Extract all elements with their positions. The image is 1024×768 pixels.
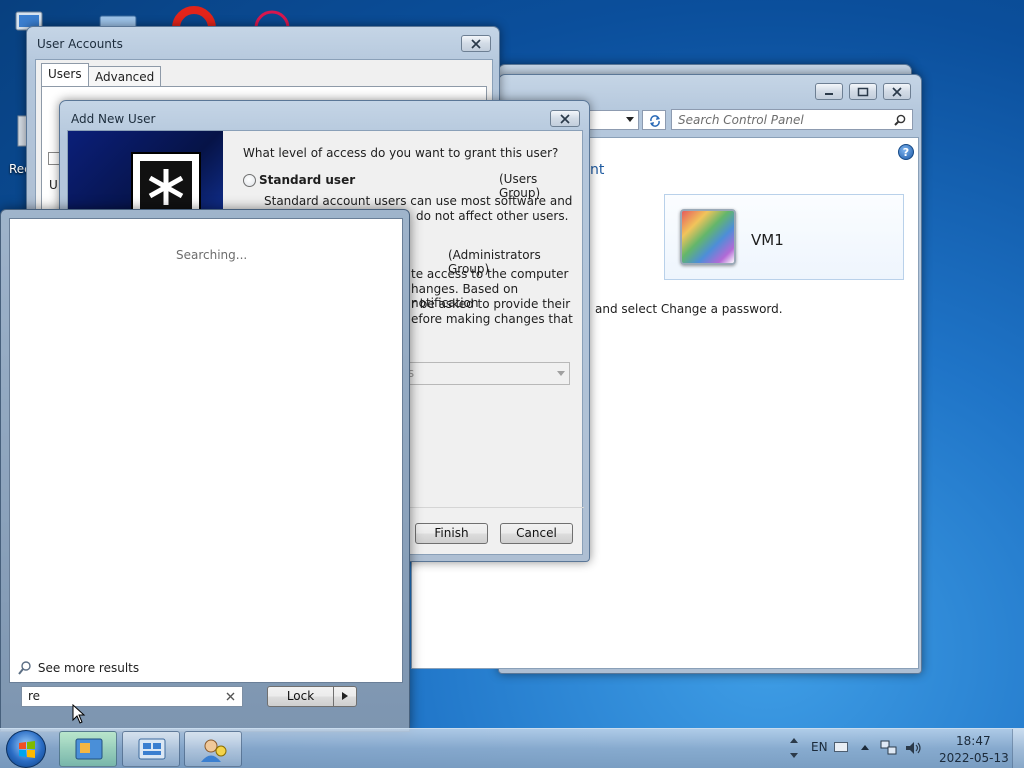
chevron-down-icon [626,117,634,122]
tab-advanced[interactable]: Advanced [88,66,162,87]
show-desktop-button[interactable] [1012,729,1024,768]
network-status-icon[interactable] [880,740,898,756]
taskbar-task-manager[interactable] [122,731,180,767]
taskbar-user-accounts[interactable] [184,731,242,767]
page-heading-fragment: nt [590,162,605,178]
change-password-instructions: and select Change a password. [595,302,783,316]
windows-logo-icon [19,741,35,758]
close-icon [892,86,902,97]
user-accounts-icon [201,739,227,762]
clock-time[interactable]: 18:47 [956,734,991,748]
partial-label: U [49,178,58,192]
scroll-arrows-icon [790,738,798,758]
window-title: Add New User [71,112,156,126]
search-results-pane: Searching... See more results [9,218,403,683]
lock-options-button[interactable] [333,686,357,707]
control-panel-icon [75,738,103,760]
taskbar: EN 18:47 2022-05-13 [0,728,1024,768]
minimize-icon [825,92,833,95]
search-placeholder: Search Control Panel [678,113,804,127]
tray-scroll-buttons[interactable] [789,731,799,765]
chevron-right-icon [342,692,348,700]
search-control-panel-input[interactable]: Search Control Panel [671,109,913,130]
account-avatar [680,209,736,265]
chevron-down-icon [557,371,565,376]
taskbar-control-panel[interactable] [59,731,117,767]
language-indicator[interactable]: EN [811,740,828,754]
close-icon [471,38,481,49]
start-menu: Searching... See more results [0,209,410,732]
help-icon[interactable]: ? [898,144,914,160]
address-dropdown[interactable] [589,110,639,130]
mouse-cursor-icon [72,704,86,724]
close-icon [560,113,570,124]
start-button[interactable] [6,730,46,768]
search-icon [894,114,906,126]
tab-users[interactable]: Users [41,63,89,87]
refresh-icon [650,115,660,127]
standard-user-desc-1: Standard account users can use most soft… [264,194,573,208]
window-title: User Accounts [37,37,123,51]
keyboard-icon[interactable] [834,742,848,752]
account-name: VM1 [751,231,784,249]
other-group-select[interactable]: rs [398,362,570,385]
see-more-results-link[interactable]: See more results [18,660,139,675]
close-button[interactable] [883,83,911,100]
administrator-desc-1: te access to the computer [411,267,569,281]
finish-button[interactable]: Finish [415,523,488,544]
standard-user-label[interactable]: Standard user [259,173,355,187]
close-button[interactable] [550,110,580,127]
account-card[interactable]: VM1 [664,194,904,280]
cancel-button[interactable]: Cancel [500,523,573,544]
maximize-button[interactable] [849,83,877,100]
searching-status: Searching... [176,248,248,262]
close-button[interactable] [461,35,491,52]
access-question: What level of access do you want to gran… [243,146,559,160]
administrator-desc-4: efore making changes that [411,312,573,326]
administrator-desc-3: r be asked to provide their [411,297,571,311]
clock-date[interactable]: 2022-05-13 [939,751,1009,765]
maximize-icon [857,87,869,96]
show-hidden-icons-icon[interactable] [860,743,870,751]
volume-icon[interactable] [904,740,922,756]
search-input-value: re [28,689,41,703]
search-icon [18,660,31,675]
clear-icon[interactable] [226,692,235,701]
standard-user-desc-2: do not affect other users. [416,209,569,223]
refresh-button[interactable] [642,110,666,130]
task-manager-icon [138,738,166,760]
minimize-button[interactable] [815,83,843,100]
start-search-input[interactable]: re [21,686,243,707]
see-more-results-label: See more results [37,660,140,675]
lock-button[interactable]: Lock [267,686,334,707]
standard-user-radio[interactable] [243,174,256,187]
